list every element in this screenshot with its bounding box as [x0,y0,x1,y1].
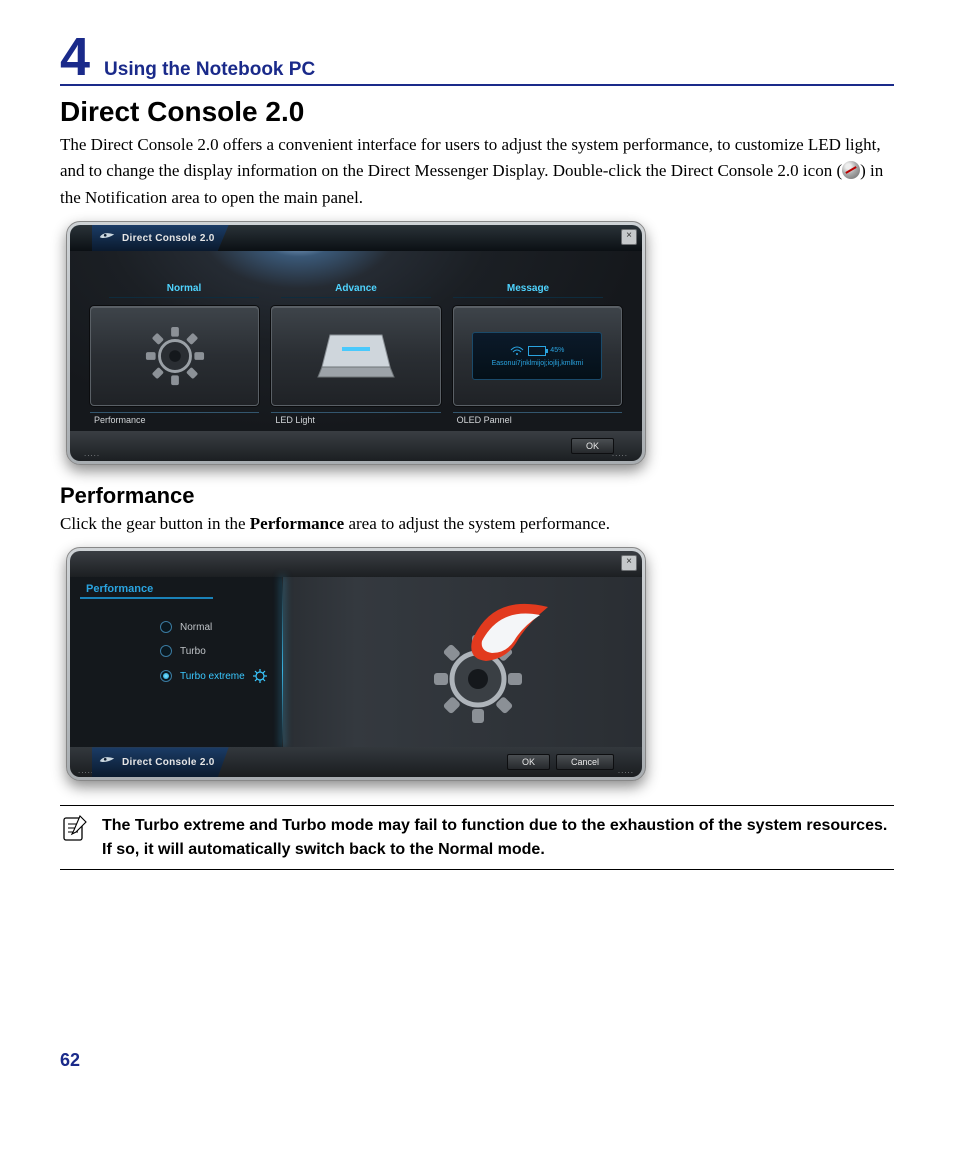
chapter-header: 4 Using the Notebook PC [60,30,894,86]
ok-button[interactable]: OK [571,438,614,454]
app2-footer: ..... Direct Console 2.0 OK Cancel ..... [70,747,642,777]
oled-sample-text: Easonui7jnklmijoj;iojlij,kmlkmi [492,360,583,367]
ok-button[interactable]: OK [507,754,550,770]
chapter-title: Using the Notebook PC [104,59,315,81]
category-oled-panel: OLED Pannel [453,412,622,427]
divider-glow [282,577,283,747]
laptop-icon [316,331,396,381]
brand-tab: Direct Console 2.0 [92,747,229,777]
performance-options: Normal Turbo Turbo extreme [160,621,267,683]
subsection-title: Performance [60,483,894,509]
app-title: Direct Console 2.0 [122,233,215,244]
mode-message[interactable]: Message [453,283,603,298]
battery-percent: 45% [550,347,564,354]
mode-normal[interactable]: Normal [109,283,259,298]
footer-decoration-left: ..... [78,766,94,775]
option-label: Normal [180,622,212,633]
option-label: Turbo [180,646,206,657]
option-turbo-extreme[interactable]: Turbo extreme [160,669,267,683]
direct-console-tray-icon [842,161,860,179]
gear-icon [144,325,206,387]
oled-preview: 45% Easonui7jnklmijoj;iojlij,kmlkmi [472,332,602,380]
app2-topbar: × [70,551,642,577]
settings-cog-icon[interactable] [253,669,267,683]
close-button[interactable]: × [621,229,637,245]
performance-illustration [422,601,562,731]
performance-tab[interactable]: Performance [80,583,213,599]
app-body: Normal Advance Message [70,251,642,431]
note-icon [60,814,88,842]
radio-icon [160,621,172,633]
performance-card[interactable] [90,306,259,406]
footer-decoration-left: ..... [84,449,100,458]
rog-logo-icon [98,229,116,247]
app-footer: ..... OK ..... [70,431,642,461]
wifi-icon [510,346,524,356]
app-title-tab: Direct Console 2.0 [92,225,229,251]
intro-paragraph: The Direct Console 2.0 offers a convenie… [60,132,894,211]
direct-console-main-panel: Direct Console 2.0 × Normal Advance Mess… [66,221,646,465]
rog-logo-icon [98,753,116,771]
option-label: Turbo extreme [180,671,245,682]
radio-icon [160,670,172,682]
battery-icon [528,346,546,356]
option-normal[interactable]: Normal [160,621,267,633]
option-turbo[interactable]: Turbo [160,645,267,657]
perf-text-a: Click the gear button in the [60,514,250,533]
performance-paragraph: Click the gear button in the Performance… [60,511,894,537]
cancel-button[interactable]: Cancel [556,754,614,770]
close-button[interactable]: × [621,555,637,571]
app2-body: Performance Normal Turbo Turbo extreme [70,577,642,747]
intro-text-a: The Direct Console 2.0 offers a convenie… [60,135,881,180]
note-block: The Turbo extreme and Turbo mode may fai… [60,805,894,869]
page-number: 62 [60,1050,894,1071]
note-text: The Turbo extreme and Turbo mode may fai… [102,814,894,860]
footer-decoration-right: ..... [618,766,634,775]
perf-text-b: area to adjust the system performance. [344,514,610,533]
direct-console-performance-panel: × Performance Normal Turbo Turbo extreme [66,547,646,781]
led-light-card[interactable] [271,306,440,406]
category-led-light: LED Light [271,412,440,427]
footer-decoration-right: ..... [612,449,628,458]
chapter-number: 4 [60,30,90,84]
perf-text-bold: Performance [250,514,344,533]
mode-advance[interactable]: Advance [281,283,431,298]
oled-panel-card[interactable]: 45% Easonui7jnklmijoj;iojlij,kmlkmi [453,306,622,406]
radio-icon [160,645,172,657]
app-titlebar: Direct Console 2.0 × [70,225,642,251]
brand-label: Direct Console 2.0 [122,757,215,768]
section-title: Direct Console 2.0 [60,96,894,128]
flaming-gear-icon [422,601,562,731]
category-performance: Performance [90,412,259,427]
